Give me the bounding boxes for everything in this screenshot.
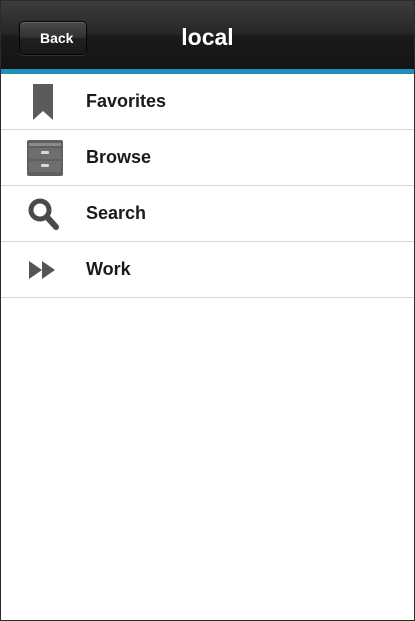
menu-item-label: Favorites [86,91,167,111]
magnifier-icon [25,196,65,232]
fast-forward-icon [25,252,65,288]
back-button[interactable]: Back [19,21,88,55]
back-button-label: Back [40,30,74,46]
header-bar: Back local [1,1,414,74]
menu-item-label: Work [86,259,131,279]
menu-list: Favorites Browse Search Work [1,74,414,298]
menu-item-work[interactable]: Work [1,242,414,298]
app-frame: Back local Favorites Browse Search Work [0,0,415,621]
menu-item-label: Search [86,203,147,223]
file-cabinet-icon [25,140,65,176]
bookmark-icon [25,84,65,120]
menu-item-label: Browse [86,147,152,167]
menu-item-search[interactable]: Search [1,186,414,242]
menu-item-browse[interactable]: Browse [1,130,414,186]
menu-item-favorites[interactable]: Favorites [1,74,414,130]
